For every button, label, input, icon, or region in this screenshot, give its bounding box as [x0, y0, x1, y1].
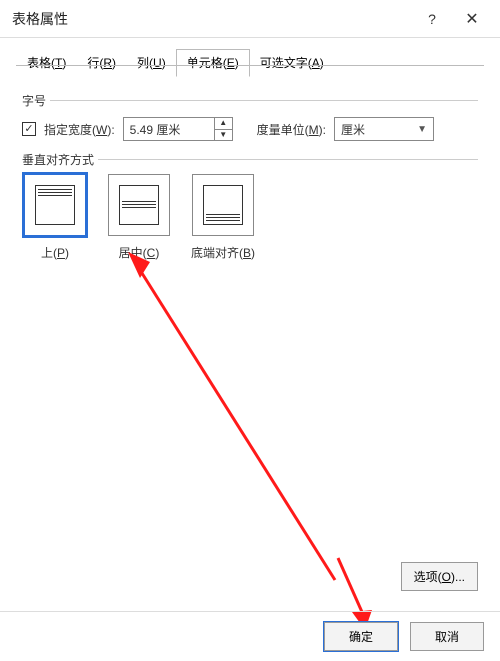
- dialog-footer: 确定 取消: [0, 611, 500, 661]
- close-button[interactable]: ✕: [452, 4, 492, 34]
- chevron-down-icon: ▼: [417, 124, 427, 135]
- preferred-width-spinner[interactable]: ▲ ▼: [214, 118, 232, 140]
- valign-options: 上(P) 居中(C) 底端对齐(B): [22, 174, 478, 261]
- dialog-title: 表格属性: [12, 9, 412, 29]
- measure-unit-value: 厘米: [341, 121, 365, 138]
- tab-column[interactable]: 列(U): [126, 49, 177, 77]
- preferred-width-checkbox[interactable]: ✓: [22, 122, 36, 136]
- tab-table[interactable]: 表格(T): [16, 49, 77, 77]
- tab-cell[interactable]: 单元格(E): [176, 49, 250, 77]
- preferred-width-value: 5.49 厘米: [124, 121, 214, 138]
- measure-unit-label: 度量单位(M):: [257, 121, 326, 138]
- dialog-content: 字号 ✓ 指定宽度(W): 5.49 厘米 ▲ ▼ 度量单位(M): 厘米 ▼: [0, 76, 500, 261]
- valign-fieldset: 垂直对齐方式 上(P) 居中(C) 底端对齐(B): [22, 159, 478, 261]
- size-legend: 字号: [22, 92, 50, 109]
- cancel-button[interactable]: 取消: [410, 622, 484, 651]
- spinner-down-icon[interactable]: ▼: [215, 130, 232, 141]
- tab-strip: 表格(T) 行(R) 列(U) 单元格(E) 可选文字(A): [0, 38, 500, 76]
- valign-option-top[interactable]: 上(P): [22, 174, 88, 261]
- valign-label-center: 居中(C): [119, 244, 160, 261]
- options-button[interactable]: 选项(O)...: [401, 562, 478, 591]
- valign-option-center[interactable]: 居中(C): [106, 174, 172, 261]
- help-button[interactable]: ?: [412, 4, 452, 34]
- preferred-width-input[interactable]: 5.49 厘米 ▲ ▼: [123, 117, 233, 141]
- valign-label-top: 上(P): [41, 244, 69, 261]
- spinner-up-icon[interactable]: ▲: [215, 118, 232, 130]
- tab-underline: [16, 65, 484, 66]
- measure-unit-select[interactable]: 厘米 ▼: [334, 117, 434, 141]
- valign-option-bottom[interactable]: 底端对齐(B): [190, 174, 256, 261]
- titlebar: 表格属性 ? ✕: [0, 0, 500, 38]
- tab-alttext[interactable]: 可选文字(A): [249, 49, 335, 77]
- valign-label-bottom: 底端对齐(B): [191, 244, 255, 261]
- ok-button[interactable]: 确定: [324, 622, 398, 651]
- tab-row[interactable]: 行(R): [76, 49, 127, 77]
- preferred-width-label: 指定宽度(W):: [44, 121, 115, 138]
- size-row: ✓ 指定宽度(W): 5.49 厘米 ▲ ▼ 度量单位(M): 厘米 ▼: [22, 117, 478, 141]
- size-fieldset: 字号 ✓ 指定宽度(W): 5.49 厘米 ▲ ▼ 度量单位(M): 厘米 ▼: [22, 100, 478, 141]
- valign-legend: 垂直对齐方式: [22, 151, 98, 168]
